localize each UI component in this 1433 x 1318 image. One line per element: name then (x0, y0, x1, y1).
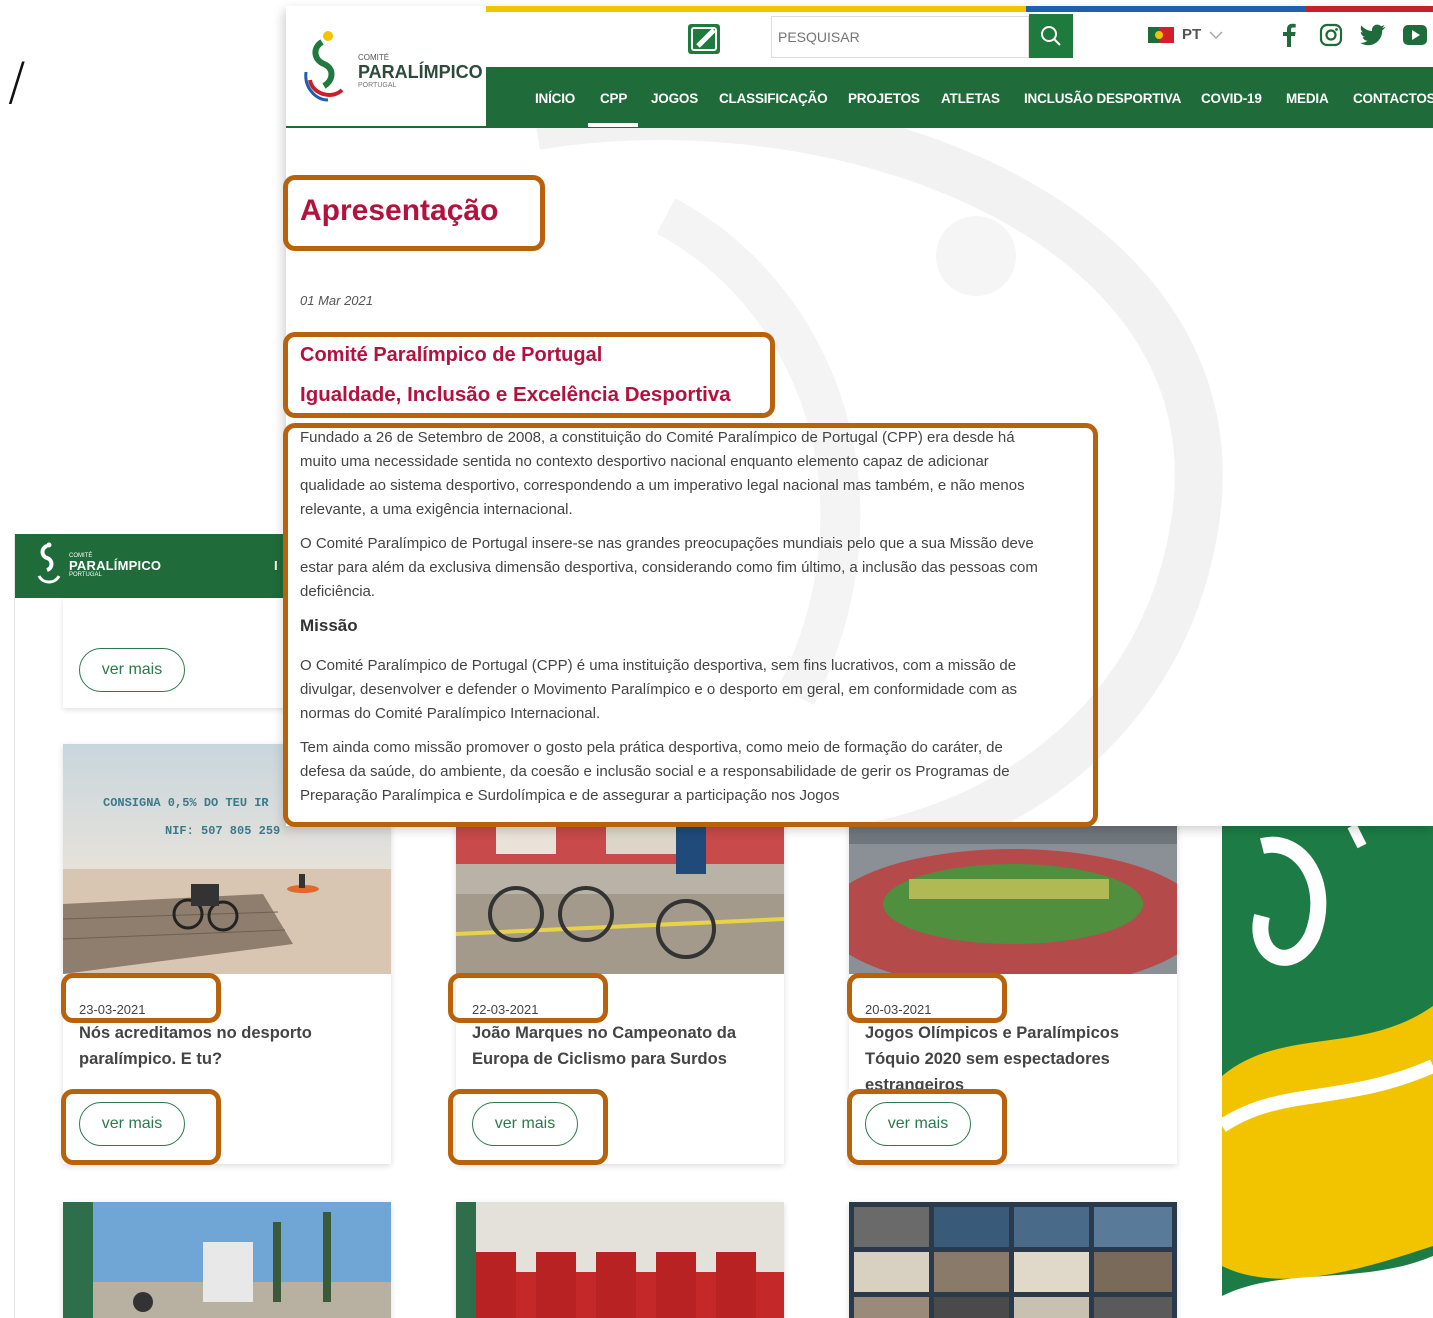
publish-date: 01 Mar 2021 (300, 293, 373, 308)
news-card-image-partial[interactable] (456, 1202, 784, 1318)
nav-item-inclusao-desportiva[interactable]: INCLUSÃO DESPORTIVA (1024, 91, 1181, 106)
paralympic-logo-icon (304, 31, 344, 102)
site-header: COMITÉ PARALÍMPICO PORTUGAL PESQUISAR PT… (286, 6, 1433, 128)
nav-active-indicator (588, 123, 638, 127)
nav-item-contactos[interactable]: CONTACTOS (1353, 91, 1433, 106)
highlight-box-heading (283, 332, 775, 418)
news-title[interactable]: Nós acreditamos no desporto paralímpico.… (79, 1020, 375, 1072)
logo-comite: COMITÉ (358, 53, 390, 62)
highlight-box-body (283, 423, 1098, 827)
highlight-box-date (847, 973, 1007, 1023)
bg-logo[interactable]: COMITÉ PARALÍMPICO PORTUGAL (33, 542, 161, 588)
nav-item-projetos[interactable]: PROJETOS (848, 91, 920, 106)
news-title[interactable]: João Marques no Campeonato da Europa de … (472, 1020, 768, 1072)
ver-mais-button[interactable]: ver mais (79, 648, 185, 692)
language-selector[interactable]: PT (1148, 26, 1223, 43)
social-links (1276, 22, 1428, 48)
chevron-down-icon (1209, 30, 1223, 39)
edit-icon[interactable] (688, 24, 720, 54)
main-nav: INÍCIO CPP JOGOS CLASSIFICAÇÃO PROJETOS … (486, 67, 1433, 128)
highlight-box-title (283, 175, 545, 251)
paralympic-logo-icon (37, 542, 61, 584)
site-logo[interactable]: COMITÉ PARALÍMPICO PORTUGAL (286, 6, 486, 128)
nav-item-inicio[interactable]: INÍCIO (535, 91, 575, 106)
logo-paralimpico: PARALÍMPICO (358, 62, 483, 82)
bg-logo-sub: PORTUGAL (69, 571, 102, 578)
bg-nav-stub[interactable]: I (274, 558, 278, 573)
news-title[interactable]: Jogos Olímpicos e Paralímpicos Tóquio 20… (865, 1020, 1161, 1098)
highlight-box-date (448, 973, 608, 1023)
highlight-box-button (847, 1089, 1007, 1165)
portugal-flag-icon (1148, 26, 1174, 43)
youtube-icon[interactable] (1402, 22, 1428, 48)
news-card-image-partial[interactable] (849, 1202, 1177, 1318)
nav-item-atletas[interactable]: ATLETAS (941, 91, 1000, 106)
highlight-box-button (448, 1089, 608, 1165)
facebook-icon[interactable] (1276, 22, 1302, 48)
news-card-image-partial[interactable] (63, 1202, 391, 1318)
highlight-box-button (61, 1089, 221, 1165)
image-text-consigna: CONSIGNA 0,5% DO TEU IR (103, 796, 269, 810)
search-input[interactable] (771, 16, 1029, 58)
search-button[interactable] (1029, 14, 1073, 58)
nav-item-cpp[interactable]: CPP (600, 91, 627, 106)
search-icon (1041, 26, 1061, 46)
instagram-icon[interactable] (1318, 22, 1344, 48)
language-code: PT (1182, 26, 1202, 43)
logo-portugal: PORTUGAL (358, 82, 397, 89)
nav-item-covid19[interactable]: COVID-19 (1201, 91, 1262, 106)
twitter-icon[interactable] (1360, 22, 1386, 48)
slash-glyph: / (8, 52, 26, 112)
highlight-box-date (61, 973, 221, 1023)
bg-logo-big: PARALÍMPICO (69, 557, 162, 573)
nav-item-media[interactable]: MEDIA (1286, 91, 1329, 106)
image-text-nif: NIF: 507 805 259 (165, 824, 280, 838)
nav-item-jogos[interactable]: JOGOS (651, 91, 698, 106)
nav-item-classificacao[interactable]: CLASSIFICAÇÃO (719, 91, 828, 106)
decorative-art-panel (1222, 826, 1433, 1318)
